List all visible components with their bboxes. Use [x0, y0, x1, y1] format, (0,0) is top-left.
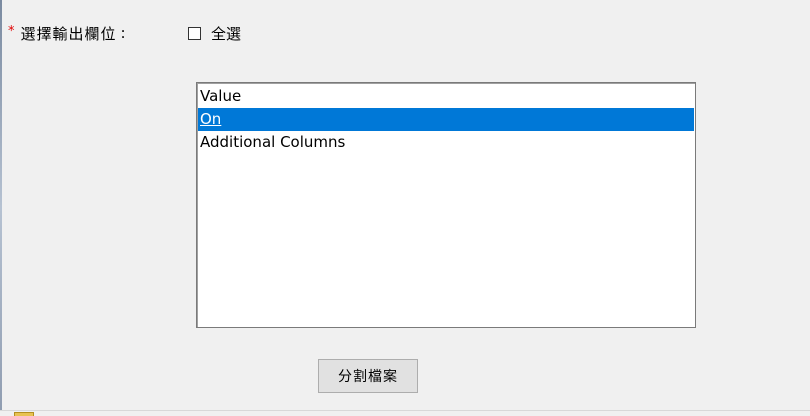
select-all-label: 全選 [211, 25, 242, 43]
list-option-on[interactable]: On [198, 108, 694, 131]
list-option-additional-columns[interactable]: Additional Columns [198, 131, 694, 154]
output-fields-label-row: * 選擇輸出欄位 : [8, 23, 126, 43]
select-all-checkbox[interactable] [188, 27, 201, 40]
window-left-edge [0, 0, 2, 415]
label-colon: : [120, 24, 126, 42]
split-file-button[interactable]: 分割檔案 [318, 359, 418, 393]
select-all-toggle[interactable]: 全選 [188, 23, 241, 44]
required-asterisk: * [8, 23, 15, 39]
bottom-tree-strip [0, 410, 810, 416]
output-fields-label: 選擇輸出欄位 [20, 24, 117, 43]
folder-icon [14, 412, 34, 416]
output-fields-listbox[interactable]: Value On Additional Columns [196, 82, 696, 328]
list-option-value[interactable]: Value [198, 85, 694, 108]
